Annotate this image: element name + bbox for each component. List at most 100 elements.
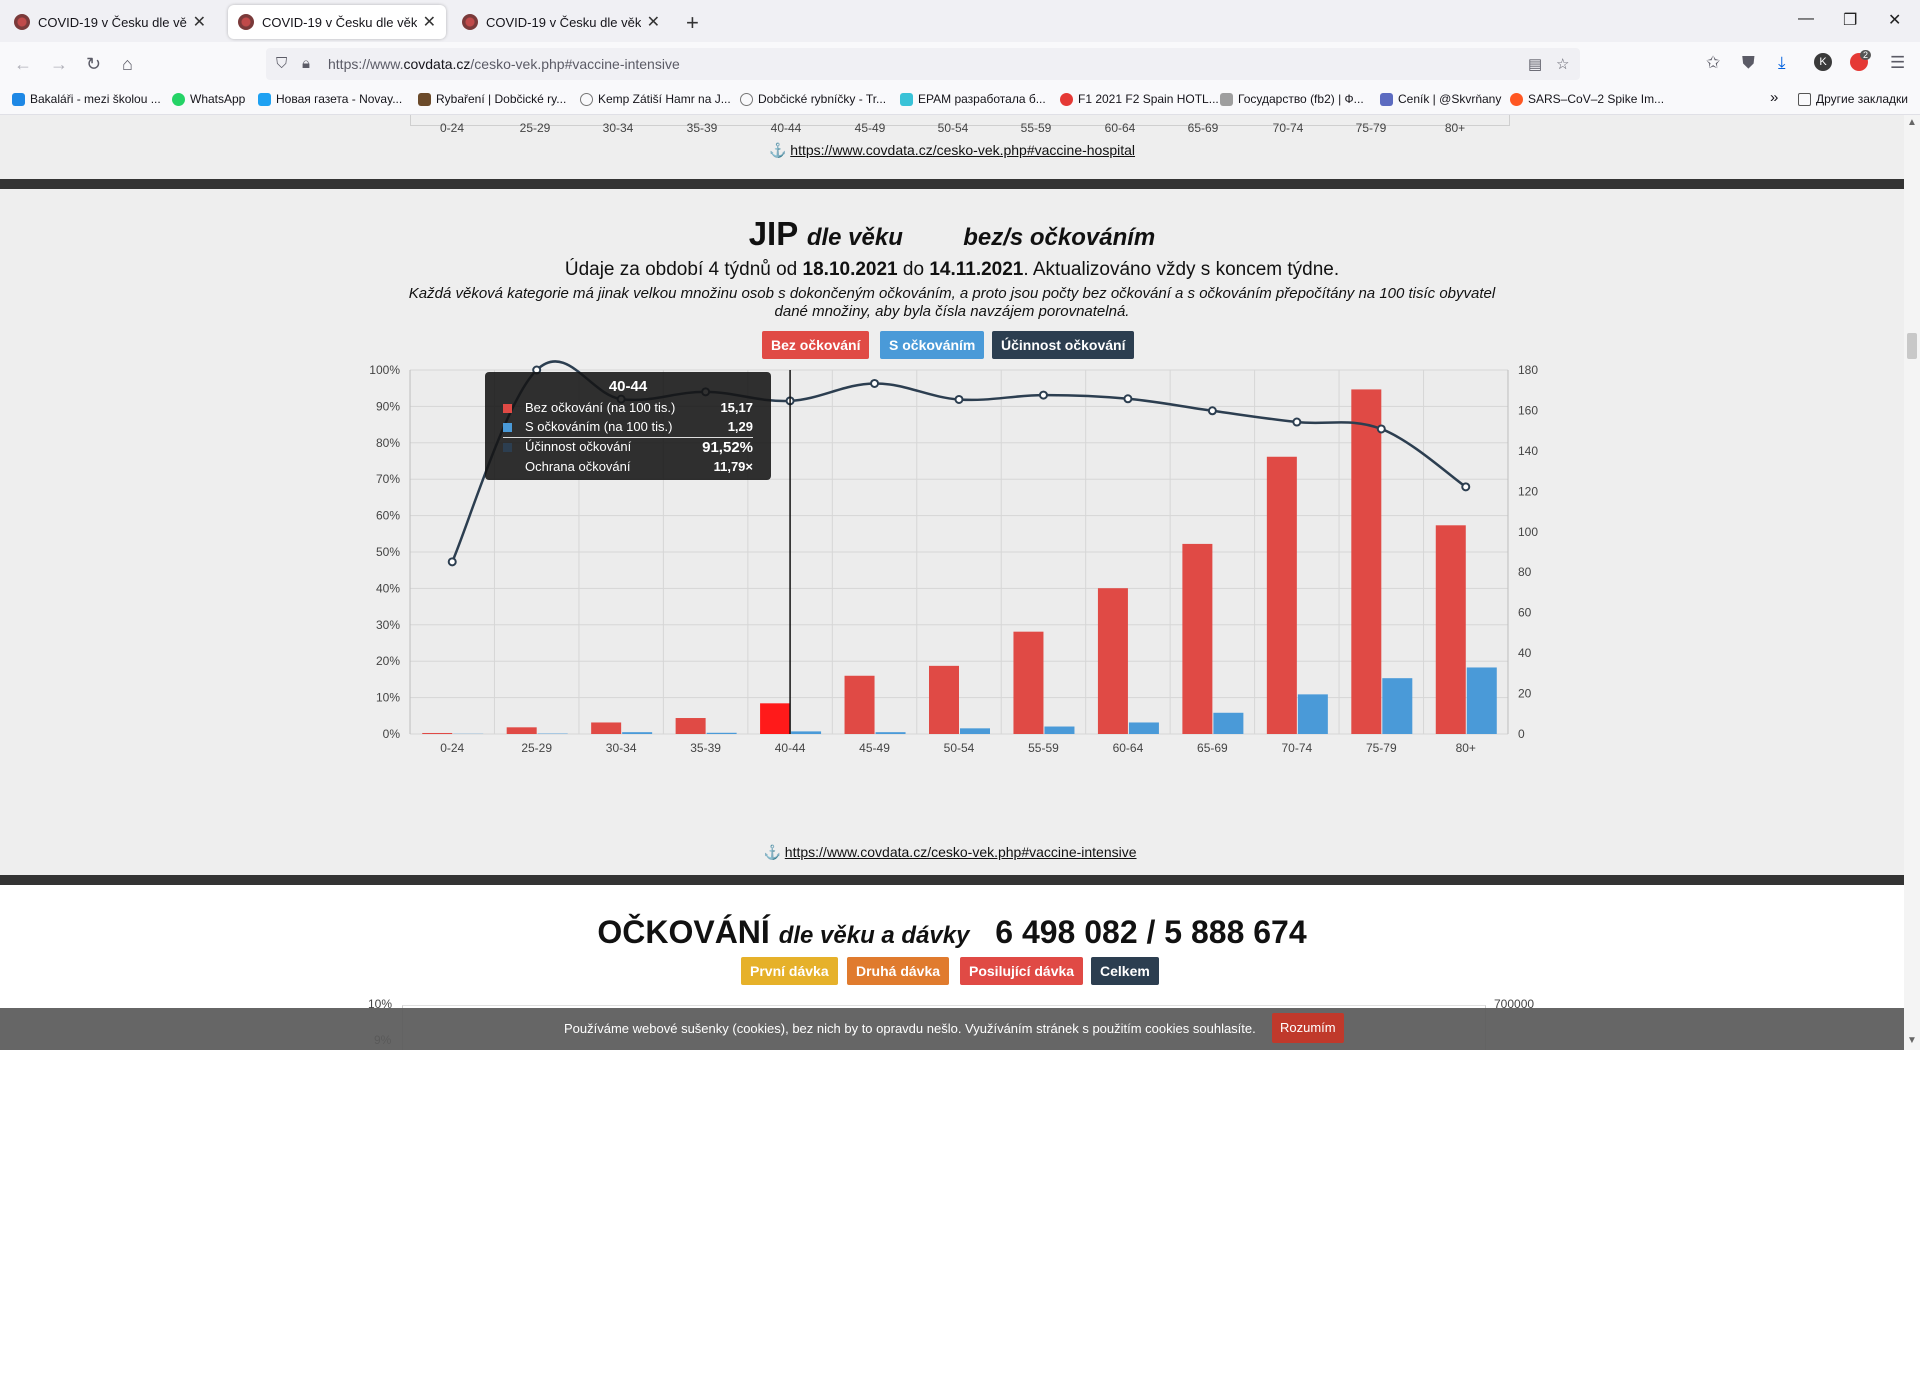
more-bookmarks-icon[interactable]: » (1770, 89, 1778, 106)
url-text[interactable]: https://www.covdata.cz/cesko-vek.php#vac… (328, 56, 680, 72)
back-icon[interactable]: ← (14, 54, 32, 75)
x-tick-label: 30-34 (602, 121, 634, 135)
bar-s-ockovanim (622, 732, 653, 734)
hospital-anchor-link[interactable]: ⚓ https://www.covdata.cz/cesko-vek.php#v… (769, 142, 1135, 159)
anchor-icon: ⚓ (768, 142, 791, 158)
home-icon[interactable]: ⌂ (122, 54, 133, 75)
section-divider (0, 875, 1904, 885)
efficacy-point (447, 557, 457, 567)
toggle-celkem-button[interactable]: Celkem (1091, 957, 1159, 985)
bar-bez-ockovani (1182, 543, 1213, 734)
legend-swatch (503, 423, 512, 432)
bookmark-dobcicke[interactable]: Dobčické rybníčky - Tr... (740, 92, 886, 106)
toggle-prvni-davka-button[interactable]: První dávka (741, 957, 838, 985)
bookmark-favicon-icon (1380, 92, 1393, 106)
page-scrollbar[interactable]: ▲ ▼ (1904, 115, 1920, 1050)
url-bar[interactable]: ⛉ 🔒︎ https://www.covdata.cz/cesko-vek.ph… (266, 48, 1580, 80)
tooltip-label: S očkováním (na 100 tis.) (525, 419, 673, 434)
bookmark-novaya-gazeta[interactable]: Новая газета - Novay... (258, 92, 402, 106)
reddit-icon (1510, 92, 1523, 106)
tooltip-row: Bez očkování (na 100 tis.) 15,17 (503, 400, 753, 418)
menu-icon[interactable]: ☰ (1890, 53, 1905, 73)
bar-bez-ockovani (1097, 588, 1128, 734)
bookmark-f1[interactable]: F1 2021 F2 Spain HOTL... (1060, 92, 1219, 106)
x-tick-label: 75-79 (1366, 741, 1397, 755)
minimize-icon[interactable]: — (1798, 10, 1814, 28)
tooltip-label: Bez očkování (na 100 tis.) (525, 400, 676, 415)
nav-bar: ← → ↻ ⌂ ⛉ 🔒︎ https://www.covdata.cz/cesk… (0, 42, 1920, 86)
y-left-tick-label: 60% (376, 509, 400, 523)
restore-icon[interactable]: ❐ (1843, 10, 1857, 30)
y-right-tick-label: 0 (1518, 727, 1525, 741)
tooltip-label: Účinnost očkování (525, 439, 632, 454)
bookmark-epam[interactable]: EPAM разработала б... (900, 92, 1046, 106)
tab-1[interactable]: COVID-19 v Česku dle věku - Co ✕ (4, 5, 216, 39)
bookmark-rybareni[interactable]: Rybaření | Dobčické ry... (418, 92, 566, 106)
x-tick-label: 65-69 (1197, 741, 1228, 755)
forward-icon[interactable]: → (50, 54, 68, 75)
y-right-tick-label: 20 (1518, 687, 1532, 701)
lock-icon[interactable]: 🔒︎ (302, 55, 310, 72)
reload-icon[interactable]: ↻ (86, 54, 101, 75)
close-tab-icon[interactable]: ✕ (423, 12, 436, 32)
bookmark-favicon-icon (12, 92, 25, 106)
collections-icon[interactable]: ✩ (1706, 53, 1720, 73)
close-tab-icon[interactable]: ✕ (647, 12, 660, 32)
bar-s-ockovanim (791, 731, 822, 734)
y-right-tick-label: 120 (1518, 484, 1538, 498)
other-bookmarks[interactable]: Другие закладки (1798, 92, 1908, 106)
tab-3[interactable]: COVID-19 v Česku dle věku - Co ✕ (452, 5, 670, 39)
y-right-tick-label: 180 (1518, 363, 1538, 377)
page-content: 0-24 25-29 30-34 35-39 40-44 45-49 50-54… (0, 115, 1904, 1050)
toggle-posilujici-davka-button[interactable]: Posilující dávka (960, 957, 1084, 985)
extension-badge: 2 (1860, 50, 1872, 60)
bookmark-star-icon[interactable]: ☆ (1556, 55, 1569, 73)
y-right-tick-label: 40 (1518, 646, 1532, 660)
efficacy-point (1292, 417, 1302, 427)
jip-anchor-link[interactable]: ⚓ https://www.covdata.cz/cesko-vek.php#v… (763, 844, 1136, 861)
shield-icon[interactable]: ⛉ (276, 55, 287, 72)
download-icon[interactable]: ⤓ (1778, 53, 1786, 73)
globe-icon (580, 92, 593, 106)
y-left-tick-label: 40% (376, 581, 400, 595)
tab-bar: COVID-19 v Česku dle věku - Co ✕ COVID-1… (0, 0, 1920, 42)
efficacy-point (1207, 406, 1217, 416)
bookmark-favicon-icon (258, 92, 271, 106)
x-tick-label: 25-29 (521, 741, 552, 755)
folder-icon (1798, 92, 1811, 106)
scroll-down-icon[interactable]: ▼ (1907, 1035, 1917, 1046)
close-tab-icon[interactable]: ✕ (193, 12, 206, 32)
bar-bez-ockovani (1351, 389, 1382, 734)
account-icon[interactable]: K (1814, 53, 1832, 71)
jip-chart[interactable]: 0% 10% 20% 30% 40% 50% 60% 70% 80% 90% 100% 0 20 40 60… (0, 189, 1904, 875)
bar-s-ockovanim (1466, 667, 1497, 734)
bar-bez-ockovani (929, 665, 959, 734)
y-left-tick-label: 90% (376, 399, 400, 413)
tab-2-active[interactable]: COVID-19 v Česku dle věku - Co ✕ (228, 5, 446, 39)
scroll-up-icon[interactable]: ▲ (1907, 117, 1917, 128)
tooltip-value: 11,79× (713, 459, 753, 474)
reader-view-icon[interactable]: ▤ (1528, 55, 1542, 73)
pocket-icon[interactable]: ⛊ (1742, 53, 1755, 73)
tab-title: COVID-19 v Česku dle věku - Co (38, 14, 187, 30)
bookmark-favicon-icon (418, 92, 431, 106)
close-window-icon[interactable]: ✕ (1888, 10, 1901, 30)
bookmark-cenik[interactable]: Ceník | @Skvrňany (1380, 92, 1501, 106)
x-tick-label: 45-49 (859, 741, 890, 755)
new-tab-icon[interactable]: + (686, 10, 699, 36)
globe-icon (740, 92, 753, 106)
cookie-accept-button[interactable]: Rozumím (1272, 1013, 1344, 1043)
toggle-druha-davka-button[interactable]: Druhá dávka (847, 957, 950, 985)
whatsapp-icon (172, 92, 185, 106)
x-tick-label: 70-74 (1281, 741, 1312, 755)
virus-favicon-icon (14, 14, 30, 30)
x-tick-label: 0-24 (440, 741, 464, 755)
bar-bez-ockovani (844, 675, 875, 734)
bar-s-ockovanim (875, 732, 906, 734)
bookmark-sars[interactable]: SARS–CoV–2 Spike Im... (1510, 92, 1664, 106)
bookmark-kemp[interactable]: Kemp Zátiší Hamr na J... (580, 92, 731, 106)
bookmark-whatsapp[interactable]: WhatsApp (172, 92, 245, 106)
bookmark-gosudarstvo[interactable]: Государство (fb2) | Ф... (1220, 92, 1364, 106)
scrollbar-thumb[interactable] (1907, 333, 1917, 359)
bookmark-bakalari[interactable]: Bakaláři - mezi školou ... (12, 92, 161, 106)
